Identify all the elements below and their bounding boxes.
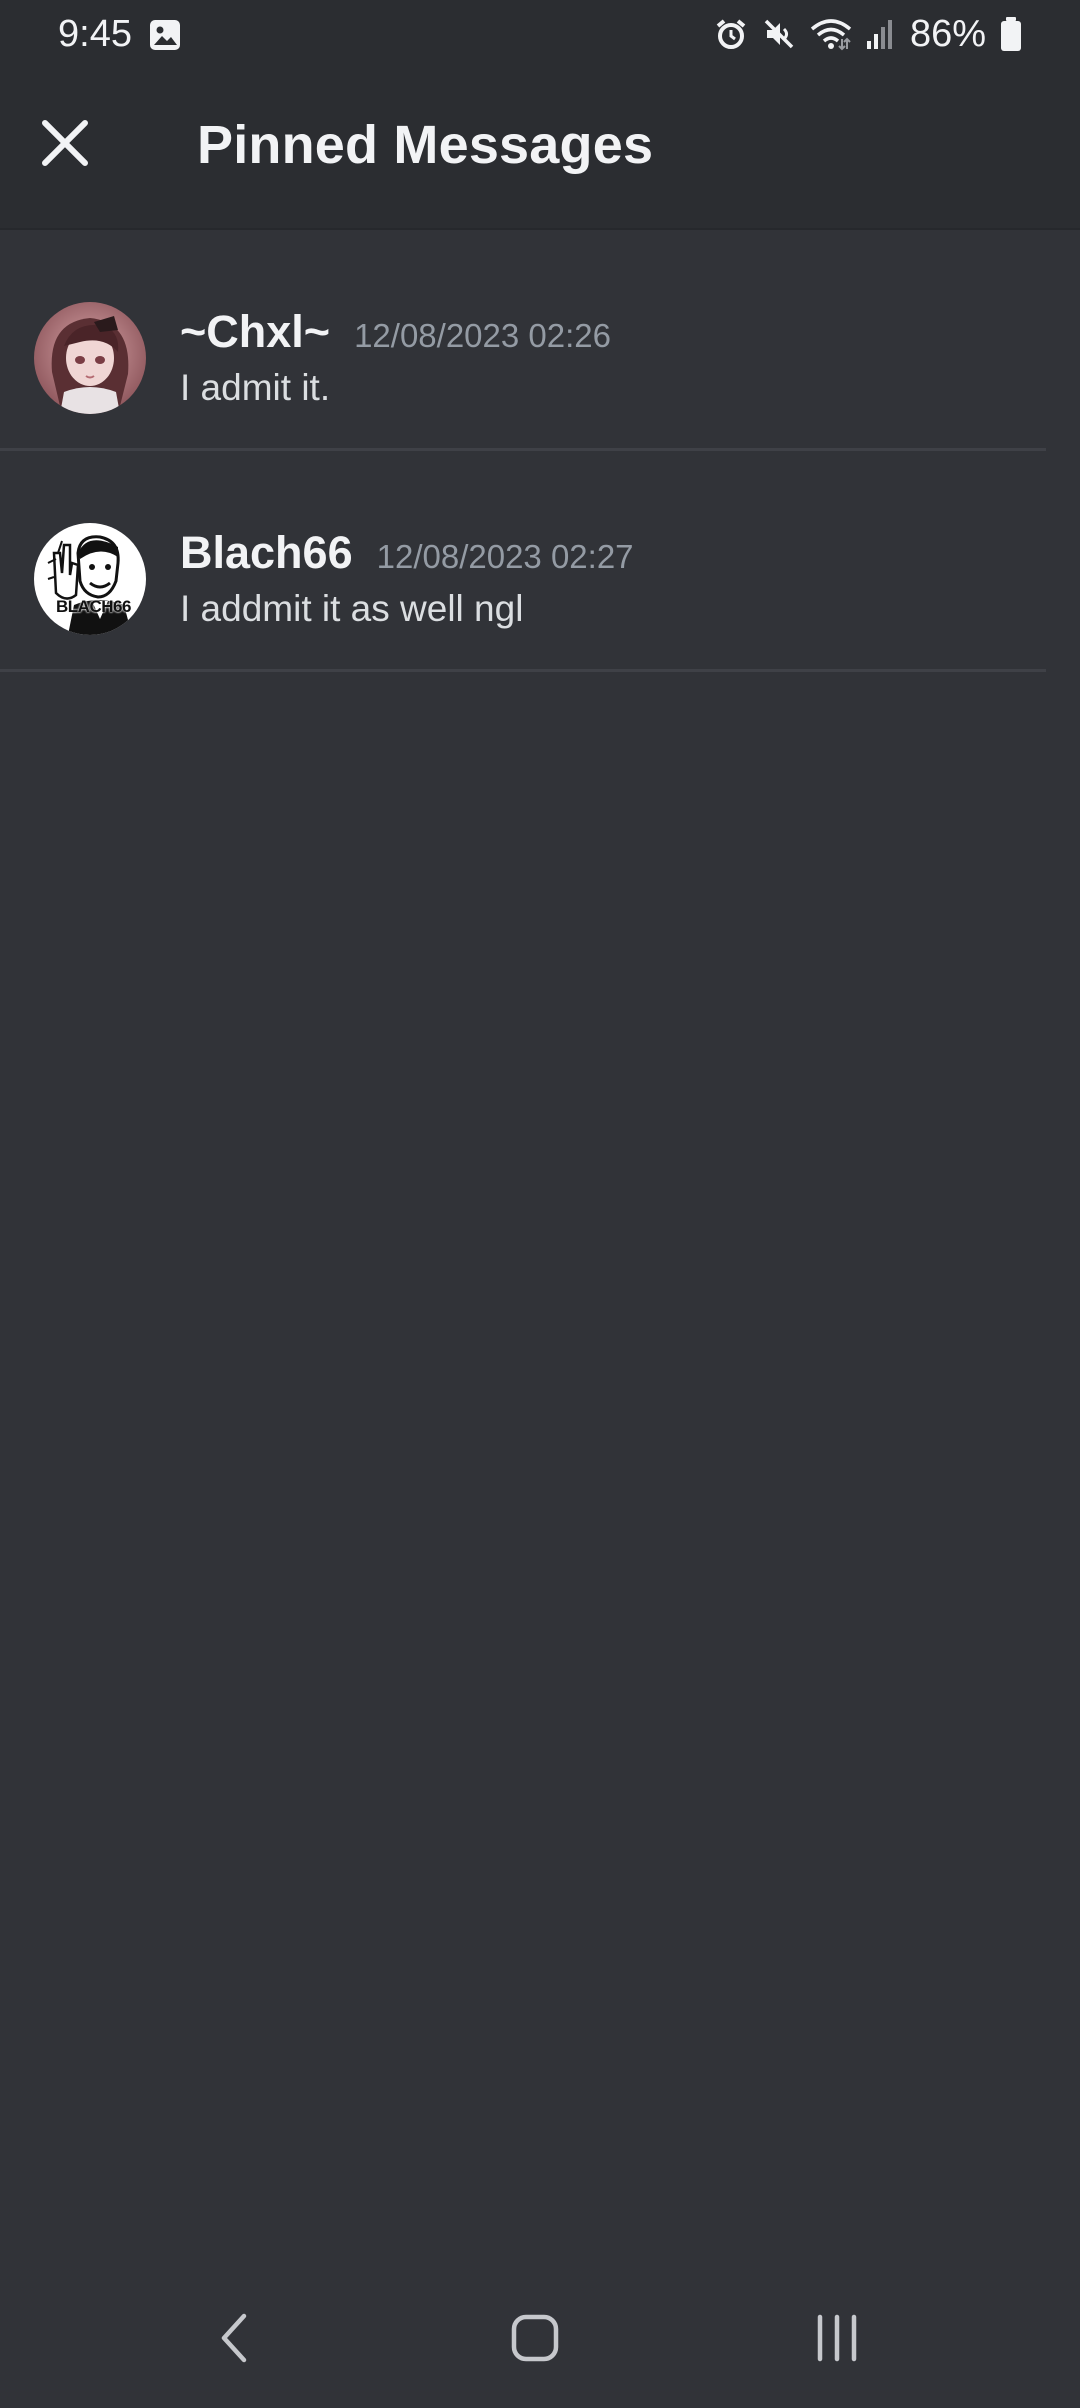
page-title: Pinned Messages bbox=[197, 115, 654, 175]
alarm-icon bbox=[714, 17, 748, 51]
recents-button[interactable] bbox=[787, 2290, 887, 2390]
close-button[interactable] bbox=[30, 110, 100, 180]
author-name[interactable]: Blach66 bbox=[180, 525, 353, 581]
status-icons: 86% bbox=[714, 10, 1022, 58]
signal-icon bbox=[866, 17, 896, 51]
navigation-bar bbox=[0, 2270, 1080, 2408]
mute-icon bbox=[762, 17, 796, 51]
status-time: 9:45 bbox=[58, 13, 132, 55]
back-button[interactable] bbox=[184, 2290, 284, 2390]
battery-percentage: 86% bbox=[909, 13, 986, 55]
header: Pinned Messages bbox=[0, 68, 1080, 230]
wifi-icon bbox=[810, 17, 852, 51]
battery-icon bbox=[1000, 16, 1022, 52]
message-timestamp: 12/08/2023 02:26 bbox=[354, 317, 611, 354]
message-header: Blach66 12/08/2023 02:27 bbox=[180, 525, 634, 585]
message-text: I admit it. bbox=[180, 367, 331, 408]
gallery-icon bbox=[148, 18, 182, 52]
message-header: ~Chxl~ 12/08/2023 02:26 bbox=[180, 304, 611, 364]
avatar[interactable]: BLACH66 bbox=[34, 523, 146, 635]
home-icon bbox=[510, 2313, 560, 2368]
pinned-message[interactable]: BLACH66 Blach66 12/08/2023 02:27 I addmi… bbox=[0, 451, 1046, 672]
avatar[interactable] bbox=[34, 302, 146, 414]
message-text: I addmit it as well ngl bbox=[180, 588, 524, 629]
author-name[interactable]: ~Chxl~ bbox=[180, 304, 330, 360]
home-button[interactable] bbox=[485, 2290, 585, 2390]
close-icon bbox=[40, 118, 90, 173]
recents-icon bbox=[812, 2313, 862, 2368]
avatar-text: BLACH66 bbox=[56, 597, 131, 616]
pinned-messages-list: ~Chxl~ 12/08/2023 02:26 I admit it. BLAC… bbox=[0, 230, 1080, 672]
message-timestamp: 12/08/2023 02:27 bbox=[376, 538, 634, 575]
status-bar: 9:45 86% bbox=[0, 0, 1080, 68]
pinned-message[interactable]: ~Chxl~ 12/08/2023 02:26 I admit it. bbox=[0, 230, 1046, 451]
back-icon bbox=[214, 2310, 254, 2371]
